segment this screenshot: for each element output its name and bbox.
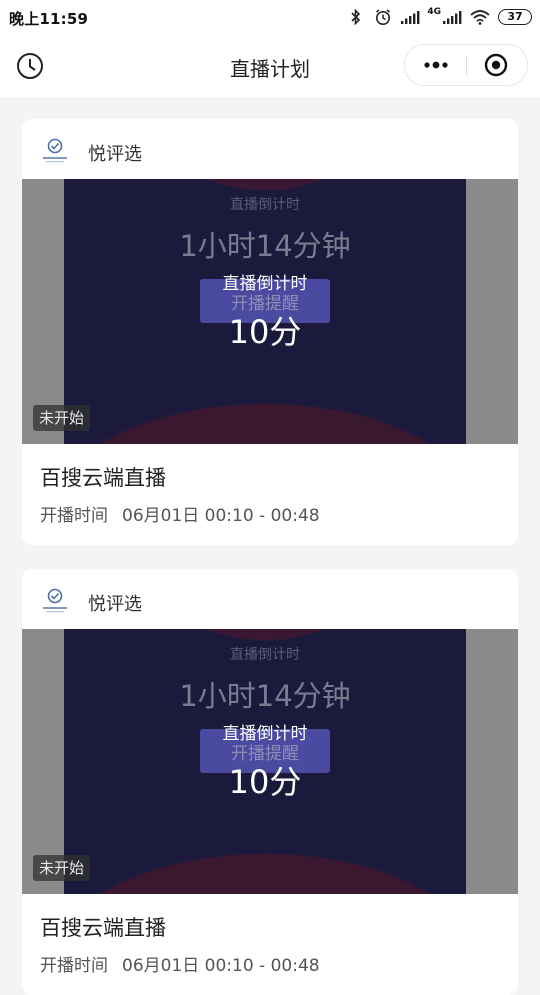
status-bar: 晚上11:59 4G 37 — [0, 0, 540, 34]
live-plan-card[interactable]: 悦评选 直播倒计时 1小时14分钟 开播提醒 直播倒计时 10分 未开始 百搜云… — [22, 119, 518, 545]
shop-name: 悦评选 — [88, 594, 142, 615]
more-dots-icon[interactable] — [423, 56, 449, 74]
wifi-icon — [470, 10, 490, 25]
network-type-label: 4G — [427, 7, 441, 17]
status-time: 晚上11:59 — [9, 10, 89, 28]
poster-faint-label: 直播倒计时 — [230, 647, 300, 663]
signal-4g-icon — [443, 11, 462, 24]
poster-image: 直播倒计时 1小时14分钟 开播提醒 直播倒计时 10分 — [64, 629, 466, 894]
live-plan-card[interactable]: 悦评选 直播倒计时 1小时14分钟 开播提醒 直播倒计时 10分 未开始 百搜云… — [22, 569, 518, 995]
card-header: 悦评选 — [22, 569, 518, 629]
live-time-value: 06月01日 00:10 - 00:48 — [122, 956, 320, 976]
countdown-value: 10分 — [228, 763, 302, 801]
live-time-label: 开播时间 — [40, 506, 108, 526]
live-time: 开播时间 06月01日 00:10 - 00:48 — [40, 501, 320, 526]
countdown-label: 直播倒计时 — [222, 724, 308, 744]
mini-program-capsule — [404, 44, 528, 86]
live-title: 百搜云端直播 — [40, 466, 166, 490]
live-time: 开播时间 06月01日 00:10 - 00:48 — [40, 951, 320, 976]
status-badge: 未开始 — [33, 405, 91, 431]
bluetooth-icon — [351, 8, 361, 26]
shop-name: 悦评选 — [88, 144, 142, 165]
countdown-label: 直播倒计时 — [222, 274, 308, 294]
live-poster[interactable]: 直播倒计时 1小时14分钟 开播提醒 直播倒计时 10分 未开始 — [22, 629, 518, 894]
poster-image: 直播倒计时 1小时14分钟 开播提醒 直播倒计时 10分 — [64, 179, 466, 444]
live-time-value: 06月01日 00:10 - 00:48 — [122, 506, 320, 526]
card-header: 悦评选 — [22, 119, 518, 179]
live-title: 百搜云端直播 — [40, 916, 166, 940]
live-time-label: 开播时间 — [40, 956, 108, 976]
countdown-value: 10分 — [228, 313, 302, 351]
poster-faint-label: 直播倒计时 — [230, 197, 300, 213]
status-badge: 未开始 — [33, 855, 91, 881]
nav-bar: 直播计划 — [0, 34, 540, 99]
poster-faint-duration: 1小时14分钟 — [179, 679, 351, 713]
shop-logo-icon — [43, 138, 67, 163]
battery-indicator: 37 — [498, 9, 532, 25]
poster-faint-duration: 1小时14分钟 — [179, 229, 351, 263]
target-close-icon[interactable] — [484, 53, 508, 77]
alarm-icon — [376, 9, 391, 25]
live-poster[interactable]: 直播倒计时 1小时14分钟 开播提醒 直播倒计时 10分 未开始 — [22, 179, 518, 444]
shop-logo-icon — [43, 588, 67, 613]
capsule-divider — [466, 55, 467, 75]
status-icons: 4G 37 — [346, 6, 532, 28]
signal-icon — [401, 11, 420, 24]
